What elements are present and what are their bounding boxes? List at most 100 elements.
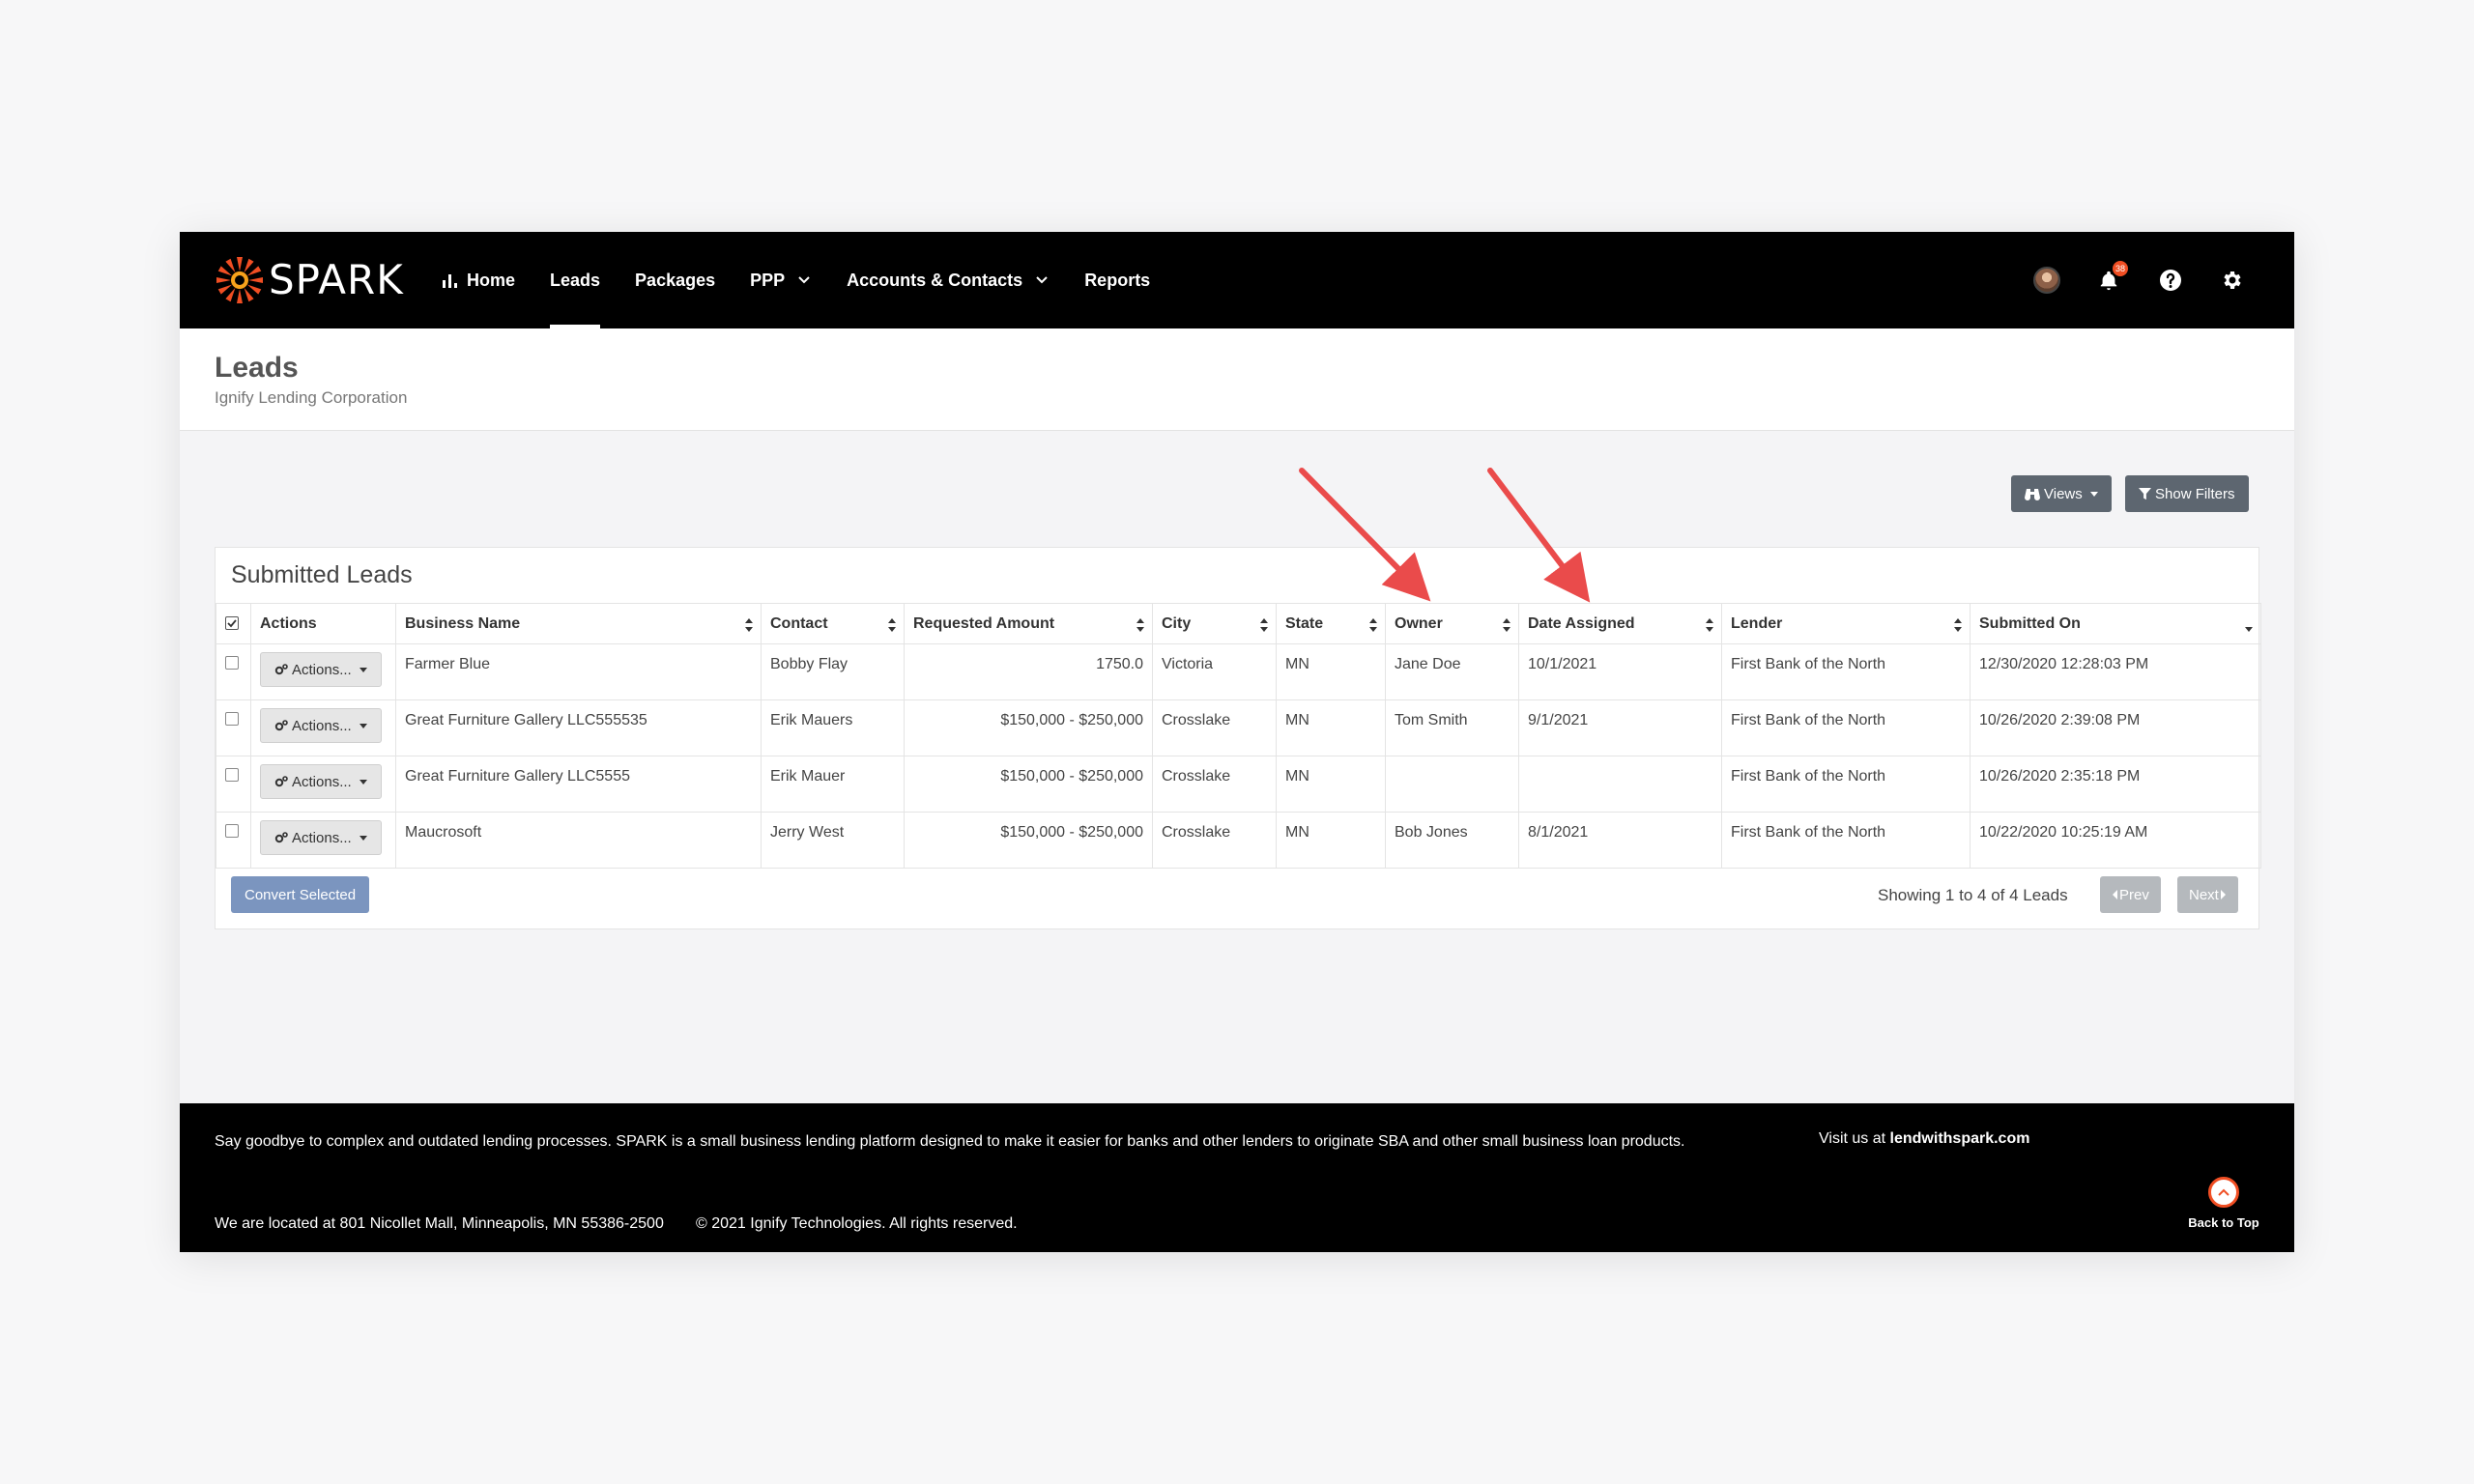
cell-state: MN <box>1276 812 1386 869</box>
binoculars-icon <box>2025 489 2040 500</box>
back-to-top-button[interactable]: Back to Top <box>2180 1177 2267 1230</box>
cell-date-assigned: 10/1/2021 <box>1518 643 1722 700</box>
spark-burst-icon <box>216 257 263 303</box>
caret-down-icon <box>359 667 367 672</box>
column-header-state[interactable]: State <box>1276 603 1386 644</box>
column-header-label: State <box>1285 614 1324 632</box>
cell-requested-amount: $150,000 - $250,000 <box>904 756 1153 813</box>
sort-icon <box>1706 618 1713 632</box>
cell-business-name: Great Furniture Gallery LLC555535 <box>395 699 762 756</box>
leads-table: Actions Business Name Contact Requested … <box>216 603 2261 869</box>
row-checkbox[interactable] <box>225 712 239 726</box>
select-all-checkbox[interactable] <box>225 615 239 630</box>
user-avatar[interactable] <box>2033 267 2060 294</box>
pagination-summary: Showing 1 to 4 of 4 Leads <box>1878 886 2068 904</box>
cell-owner: Bob Jones <box>1385 812 1519 869</box>
help-button[interactable] <box>2157 267 2184 294</box>
row-actions-button[interactable]: Actions... <box>260 764 382 799</box>
row-checkbox[interactable] <box>225 768 239 782</box>
gear-icon <box>2224 271 2241 289</box>
caret-down-icon <box>359 779 367 785</box>
cell-submitted-on: 10/26/2020 2:39:08 PM <box>1970 699 2261 756</box>
column-header-submitted-on[interactable]: Submitted On <box>1970 603 2261 644</box>
cell-contact: Erik Mauers <box>761 699 905 756</box>
table-row: Actions... Great Furniture Gallery LLC555… <box>216 756 2261 813</box>
cell-business-name: Farmer Blue <box>395 643 762 700</box>
row-checkbox[interactable] <box>225 824 239 838</box>
footer: Say goodbye to complex and outdated lend… <box>180 1103 2294 1252</box>
row-checkbox[interactable] <box>225 656 239 670</box>
back-to-top-label: Back to Top <box>2188 1215 2259 1230</box>
page-subtitle: Ignify Lending Corporation <box>215 388 408 407</box>
cell-select <box>216 643 251 700</box>
views-label: Views <box>2044 485 2083 502</box>
cell-lender: First Bank of the North <box>1721 643 1971 700</box>
page-title: Leads <box>215 352 299 384</box>
nav-packages-label: Packages <box>635 270 716 290</box>
row-actions-label: Actions... <box>292 661 352 678</box>
next-label: Next <box>2189 886 2219 903</box>
column-header-requested-amount[interactable]: Requested Amount <box>904 603 1153 644</box>
cell-requested-amount: $150,000 - $250,000 <box>904 812 1153 869</box>
column-header-lender[interactable]: Lender <box>1721 603 1971 644</box>
next-page-button[interactable]: Next <box>2177 876 2238 913</box>
row-actions-label: Actions... <box>292 773 352 790</box>
column-header-label: Business Name <box>405 614 521 632</box>
footer-description: Say goodbye to complex and outdated lend… <box>215 1133 1685 1150</box>
cell-business-name: Great Furniture Gallery LLC5555 <box>395 756 762 813</box>
cell-city: Crosslake <box>1152 699 1277 756</box>
footer-visit-prefix: Visit us at <box>1819 1130 1886 1147</box>
cell-contact: Bobby Flay <box>761 643 905 700</box>
prev-page-button[interactable]: Prev <box>2100 876 2161 913</box>
nav-ppp[interactable]: PPP <box>750 232 812 328</box>
cogs-icon <box>274 664 288 675</box>
submitted-leads-card: Submitted Leads Actions Business Name Co… <box>215 547 2261 929</box>
cell-owner: Tom Smith <box>1385 699 1519 756</box>
settings-button[interactable] <box>2219 267 2246 294</box>
caret-down-icon <box>2089 491 2098 497</box>
cell-actions: Actions... <box>250 756 396 813</box>
column-header-label: Lender <box>1731 614 1783 632</box>
column-header-contact[interactable]: Contact <box>761 603 905 644</box>
nav-accounts-contacts[interactable]: Accounts & Contacts <box>847 232 1050 328</box>
nav-leads[interactable]: Leads <box>550 232 601 328</box>
cell-state: MN <box>1276 643 1386 700</box>
show-filters-label: Show Filters <box>2155 485 2235 502</box>
cell-select <box>216 812 251 869</box>
sort-icon <box>1503 618 1510 632</box>
bar-chart-icon <box>443 272 457 288</box>
checkmark-icon <box>227 618 237 627</box>
row-actions-button[interactable]: Actions... <box>260 820 382 855</box>
notifications-button[interactable]: 38 <box>2095 261 2128 294</box>
cell-owner <box>1385 756 1519 813</box>
cell-actions: Actions... <box>250 643 396 700</box>
table-row: Actions... Farmer Blue Bobby Flay 1750.0 Vic… <box>216 643 2261 700</box>
column-header-owner[interactable]: Owner <box>1385 603 1519 644</box>
row-actions-button[interactable]: Actions... <box>260 708 382 743</box>
sort-desc-icon <box>2245 618 2253 632</box>
cell-submitted-on: 12/30/2020 12:28:03 PM <box>1970 643 2261 700</box>
nav-packages[interactable]: Packages <box>635 232 715 328</box>
column-header-date-assigned[interactable]: Date Assigned <box>1518 603 1722 644</box>
column-header-business-name[interactable]: Business Name <box>395 603 762 644</box>
leads-table-body: Actions... Farmer Blue Bobby Flay 1750.0 Vic… <box>216 643 2261 869</box>
convert-selected-button[interactable]: Convert Selected <box>231 876 370 913</box>
footer-copyright: © 2021 Ignify Technologies. All rights r… <box>696 1215 1018 1232</box>
cell-date-assigned: 9/1/2021 <box>1518 699 1722 756</box>
views-button[interactable]: Views <box>2011 475 2112 512</box>
select-all-header[interactable] <box>216 603 251 644</box>
row-actions-button[interactable]: Actions... <box>260 652 382 687</box>
nav-home[interactable]: Home <box>443 232 515 328</box>
row-actions-label: Actions... <box>292 717 352 734</box>
footer-website-link[interactable]: lendwithspark.com <box>1890 1130 2030 1147</box>
cell-select <box>216 756 251 813</box>
spark-logo[interactable]: SPARK <box>215 255 404 305</box>
filter-icon <box>2139 487 2151 499</box>
chevron-up-icon <box>2208 1177 2239 1208</box>
cell-actions: Actions... <box>250 812 396 869</box>
nav-reports[interactable]: Reports <box>1084 232 1150 328</box>
table-row: Actions... Great Furniture Gallery LLC555… <box>216 699 2261 756</box>
show-filters-button[interactable]: Show Filters <box>2125 475 2249 512</box>
column-header-city[interactable]: City <box>1152 603 1277 644</box>
cogs-icon <box>274 776 288 787</box>
